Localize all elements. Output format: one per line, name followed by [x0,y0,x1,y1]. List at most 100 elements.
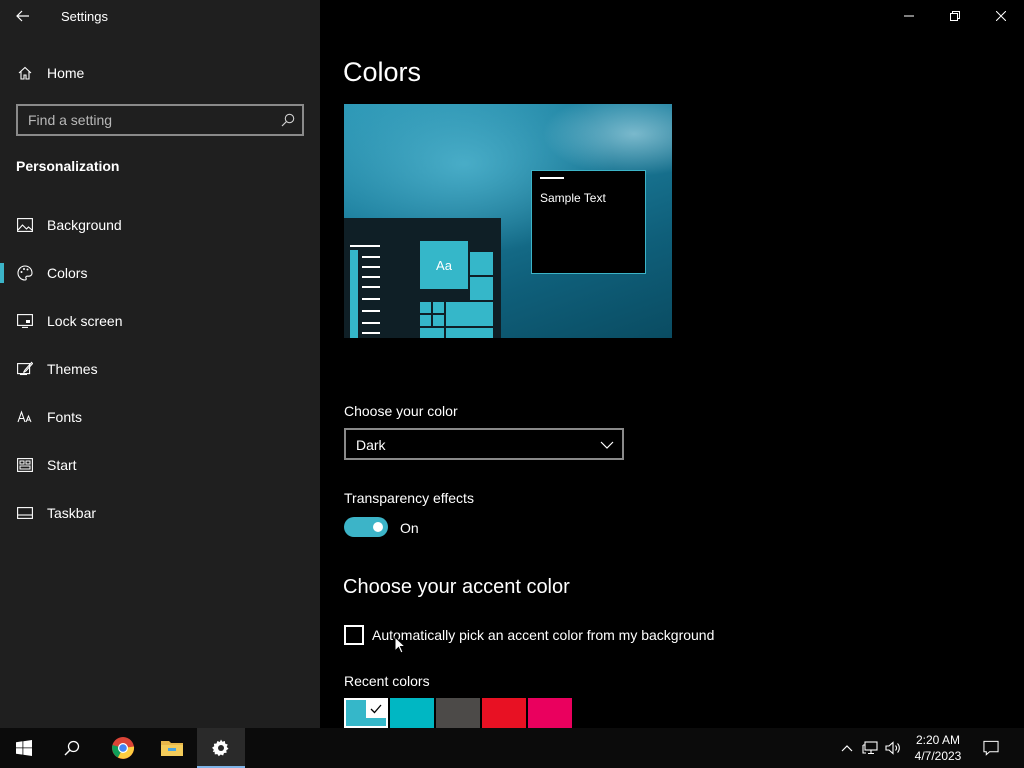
sidebar-item-label: Background [47,217,122,233]
minimize-icon [904,15,914,17]
preview-line [362,322,380,324]
clock-time: 2:20 AM [915,733,961,747]
preview-line [362,256,380,258]
preview-window-bar [540,177,564,179]
preview-tile [446,328,493,338]
sidebar-item-label: Fonts [47,409,83,425]
sidebar-item-home[interactable]: Home [0,53,320,93]
preview-tile [433,315,444,326]
choose-color-dropdown[interactable]: Dark [344,428,624,460]
file-explorer-icon [161,741,183,756]
window-controls [886,0,1024,32]
clock-date: 4/7/2023 [914,749,962,763]
recent-colors-label: Recent colors [344,673,430,689]
section-heading: Personalization [16,158,120,174]
title-bar: Settings [0,0,320,32]
sidebar-item-label: Colors [47,265,88,281]
sidebar: Settings Home Personalization Background… [0,0,320,728]
sidebar-item-lock-screen[interactable]: Lock screen [0,301,320,341]
recent-color-swatch[interactable] [436,698,480,728]
preview-tile [470,277,493,300]
preview-line [362,332,380,334]
preview-tile [420,302,431,313]
minimize-button[interactable] [886,0,932,32]
volume-icon [885,741,900,755]
taskbar: 2:20 AM 4/7/2023 [0,728,1024,768]
preview-line [362,298,380,300]
recent-color-swatch[interactable] [482,698,526,728]
sidebar-item-fonts[interactable]: Fonts [0,397,320,437]
sidebar-item-taskbar[interactable]: Taskbar [0,493,320,533]
preview-tile [433,302,444,313]
taskbar-settings[interactable] [197,728,245,768]
recent-color-swatch[interactable] [344,698,388,728]
transparency-label: Transparency effects [344,490,474,506]
start-button[interactable] [0,728,48,768]
show-hidden-icons-button[interactable] [839,740,855,756]
start-icon [16,456,34,474]
preview-tile-aa: Aa [420,241,468,289]
toggle-knob [373,522,383,532]
sidebar-item-label: Lock screen [47,313,123,329]
network-icon [862,741,878,755]
sidebar-item-themes[interactable]: Themes [0,349,320,389]
palette-icon [16,264,34,282]
auto-accent-label[interactable]: Automatically pick an accent color from … [372,627,714,643]
notifications-icon [983,740,999,756]
preview-window: Sample Text [531,170,646,274]
sidebar-item-label: Start [47,457,77,473]
clock[interactable]: 2:20 AM 4/7/2023 [906,732,970,764]
home-icon [16,64,34,82]
chevron-down-icon [600,441,614,449]
restore-icon [950,11,960,21]
settings-gear-icon [212,739,229,757]
theme-preview: Aa Sample Text [344,104,672,338]
restore-button[interactable] [932,0,978,32]
sidebar-item-label: Taskbar [47,505,97,521]
brush-icon [16,360,34,378]
auto-accent-checkbox[interactable] [344,625,364,645]
preview-tile [420,315,431,326]
back-button[interactable] [8,2,38,30]
taskbar-file-explorer[interactable] [148,728,196,768]
preview-tile [470,252,493,275]
preview-tile [420,328,444,338]
recent-color-swatch[interactable] [528,698,572,728]
checkmark-icon [366,700,386,718]
windows-start-icon [16,740,32,756]
mouse-cursor-icon [394,636,406,654]
preview-line [350,245,380,247]
app-title: Settings [61,9,108,24]
taskbar-search-button[interactable] [48,728,96,768]
close-button[interactable] [978,0,1024,32]
network-button[interactable] [862,740,878,756]
preview-line [362,266,380,268]
preview-rail [350,250,358,338]
preview-line [362,310,380,312]
search-input[interactable] [28,106,278,134]
dropdown-value: Dark [356,437,386,453]
image-icon [16,216,34,234]
chrome-icon [112,737,135,759]
taskbar-icon [16,504,34,522]
sidebar-item-start[interactable]: Start [0,445,320,485]
recent-color-swatch[interactable] [390,698,434,728]
sidebar-item-background[interactable]: Background [0,205,320,245]
toggle-state-label: On [400,520,419,536]
search-box[interactable] [16,104,304,136]
preview-tile [446,302,493,326]
fonts-icon [16,408,34,426]
sidebar-item-label: Themes [47,361,98,377]
main-content: Colors Aa Sample Text Choose your color … [320,0,1024,728]
close-icon [996,11,1006,21]
taskbar-chrome[interactable] [99,728,147,768]
action-center-button[interactable] [983,740,999,756]
search-icon[interactable] [280,112,296,128]
transparency-toggle[interactable] [344,517,388,537]
lock-screen-icon [16,312,34,330]
sidebar-item-label: Home [47,65,85,81]
sidebar-item-colors[interactable]: Colors [0,253,320,293]
volume-button[interactable] [885,740,901,756]
preview-sample-text: Sample Text [540,191,606,205]
chevron-up-icon [841,745,853,752]
